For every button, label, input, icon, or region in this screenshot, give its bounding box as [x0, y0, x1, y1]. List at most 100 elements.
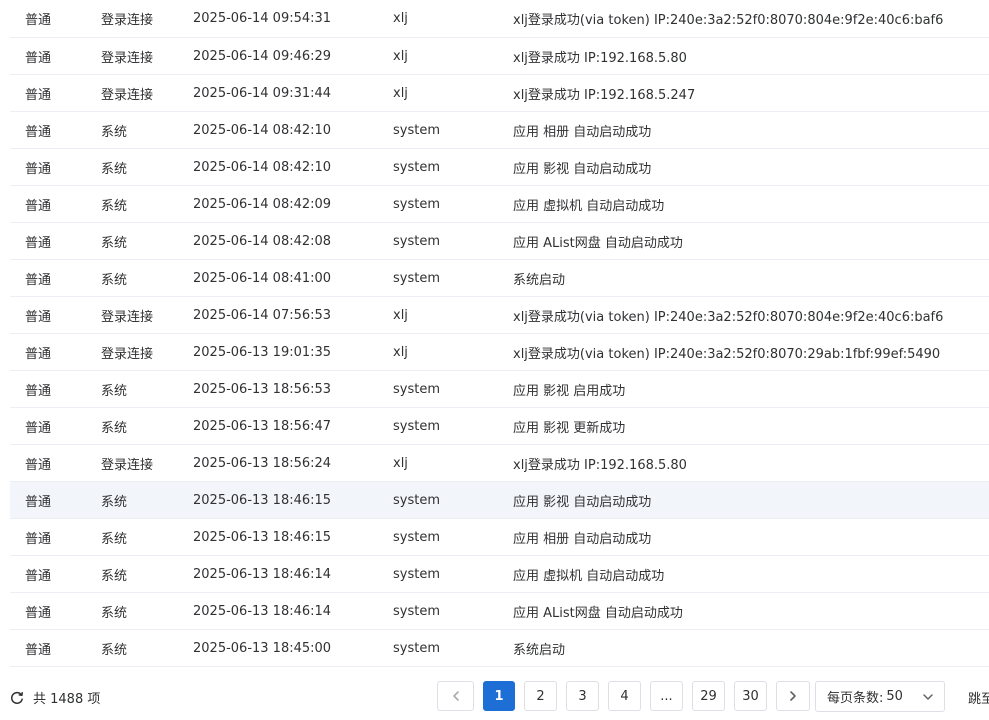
- table-row[interactable]: 普通 登录连接 2025-06-14 09:46:29 xlj xlj登录成功 IP:1…: [10, 38, 989, 75]
- prev-page-button[interactable]: [437, 681, 474, 711]
- chevron-down-icon: [923, 694, 933, 700]
- page-size-label: 每页条数:: [827, 691, 884, 706]
- user-cell: xlj: [393, 307, 408, 323]
- level-cell: 普通: [25, 568, 52, 584]
- chevron-left-icon: [452, 691, 459, 701]
- category-cell: 登录连接: [101, 87, 154, 103]
- user-cell: system: [393, 640, 440, 656]
- table-row[interactable]: 普通 登录连接 2025-06-13 18:56:24 xlj xlj登录成功 IP:1…: [10, 445, 989, 482]
- message-cell: 应用 AList网盘 自动启动成功: [513, 605, 683, 621]
- level-cell: 普通: [25, 124, 52, 140]
- time-cell: 2025-06-14 08:42:10: [193, 122, 332, 138]
- message-cell: 系统启动: [513, 642, 566, 658]
- category-cell: 系统: [101, 161, 128, 177]
- pagination-footer: 共 1488 项 1 2 3 4... 29 30 每页条数: 50 跳至: [0, 678, 989, 718]
- table-row[interactable]: 普通 系统 2025-06-14 08:42:10 system 应用 相册 自动启动成…: [10, 112, 989, 149]
- user-cell: system: [393, 381, 440, 397]
- time-cell: 2025-06-13 18:46:15: [193, 492, 332, 508]
- table-row[interactable]: 普通 登录连接 2025-06-13 19:01:35 xlj xlj登录成功(via …: [10, 334, 989, 371]
- jump-to-label: 跳至: [968, 692, 989, 707]
- user-cell: system: [393, 122, 440, 138]
- table-row[interactable]: 普通 登录连接 2025-06-14 09:54:31 xlj xlj登录成功(via …: [10, 0, 989, 38]
- message-cell: 应用 影视 自动启动成功: [513, 494, 652, 510]
- message-cell: 应用 虚拟机 自动启动成功: [513, 198, 665, 214]
- user-cell: system: [393, 418, 440, 434]
- time-cell: 2025-06-13 19:01:35: [193, 344, 332, 360]
- category-cell: 系统: [101, 568, 128, 584]
- message-cell: 应用 相册 自动启动成功: [513, 124, 652, 140]
- category-cell: 系统: [101, 235, 128, 251]
- category-cell: 登录连接: [101, 457, 154, 473]
- user-cell: xlj: [393, 455, 408, 471]
- message-cell: xlj登录成功(via token) IP:240e:3a2:52f0:8070…: [513, 13, 944, 28]
- user-cell: system: [393, 529, 440, 545]
- category-cell: 系统: [101, 383, 128, 399]
- category-cell: 系统: [101, 531, 128, 547]
- page-size-select[interactable]: 每页条数: 50: [815, 681, 945, 712]
- level-cell: 普通: [25, 13, 52, 28]
- time-cell: 2025-06-14 09:46:29: [193, 48, 332, 64]
- table-row[interactable]: 普通 系统 2025-06-14 08:42:09 system 应用 虚拟机 自动启动…: [10, 186, 989, 223]
- level-cell: 普通: [25, 494, 52, 510]
- level-cell: 普通: [25, 346, 52, 362]
- level-cell: 普通: [25, 309, 52, 325]
- user-cell: system: [393, 270, 440, 286]
- message-cell: xlj登录成功(via token) IP:240e:3a2:52f0:8070…: [513, 346, 941, 362]
- table-row[interactable]: 普通 系统 2025-06-13 18:45:00 system 系统启动: [10, 630, 989, 667]
- user-cell: xlj: [393, 85, 408, 101]
- table-row[interactable]: 普通 系统 2025-06-13 18:46:15 system 应用 影视 自动启动成…: [10, 482, 989, 519]
- message-cell: 应用 相册 自动启动成功: [513, 531, 652, 547]
- user-cell: system: [393, 159, 440, 175]
- page-button[interactable]: 29: [692, 681, 725, 711]
- level-cell: 普通: [25, 50, 52, 66]
- page-button[interactable]: 4: [608, 681, 641, 711]
- time-cell: 2025-06-13 18:46:15: [193, 529, 332, 545]
- table-row[interactable]: 普通 系统 2025-06-14 08:41:00 system 系统启动: [10, 260, 989, 297]
- time-cell: 2025-06-14 08:42:08: [193, 233, 332, 249]
- time-cell: 2025-06-14 09:54:31: [193, 11, 332, 26]
- page-size-value: 50: [886, 689, 903, 704]
- category-cell: 登录连接: [101, 346, 154, 362]
- time-cell: 2025-06-14 08:42:09: [193, 196, 332, 212]
- category-cell: 系统: [101, 124, 128, 140]
- level-cell: 普通: [25, 457, 52, 473]
- user-cell: xlj: [393, 11, 408, 26]
- table-row[interactable]: 普通 系统 2025-06-13 18:46:14 system 应用 虚拟机 自动启动…: [10, 556, 989, 593]
- table-row[interactable]: 普通 系统 2025-06-14 08:42:08 system 应用 AList网盘 …: [10, 223, 989, 260]
- table-row[interactable]: 普通 系统 2025-06-14 08:42:10 system 应用 影视 自动启动成…: [10, 149, 989, 186]
- user-cell: xlj: [393, 48, 408, 64]
- page-button[interactable]: 1: [483, 681, 515, 711]
- page-ellipsis-button[interactable]: ...: [650, 681, 683, 711]
- message-cell: 应用 AList网盘 自动启动成功: [513, 235, 683, 251]
- level-cell: 普通: [25, 605, 52, 621]
- message-cell: 应用 虚拟机 自动启动成功: [513, 568, 665, 584]
- time-cell: 2025-06-13 18:56:53: [193, 381, 332, 397]
- time-cell: 2025-06-14 09:31:44: [193, 85, 332, 101]
- table-row[interactable]: 普通 系统 2025-06-13 18:56:47 system 应用 影视 更新成功: [10, 408, 989, 445]
- message-cell: 系统启动: [513, 272, 566, 288]
- time-cell: 2025-06-14 07:56:53: [193, 307, 332, 323]
- level-cell: 普通: [25, 420, 52, 436]
- category-cell: 系统: [101, 420, 128, 436]
- table-row[interactable]: 普通 系统 2025-06-13 18:46:15 system 应用 相册 自动启动成…: [10, 519, 989, 556]
- next-page-button[interactable]: [776, 681, 810, 711]
- level-cell: 普通: [25, 161, 52, 177]
- level-cell: 普通: [25, 642, 52, 658]
- category-cell: 系统: [101, 494, 128, 510]
- category-cell: 系统: [101, 272, 128, 288]
- category-cell: 登录连接: [101, 50, 154, 66]
- message-cell: xlj登录成功(via token) IP:240e:3a2:52f0:8070…: [513, 309, 944, 325]
- time-cell: 2025-06-13 18:56:47: [193, 418, 332, 434]
- refresh-icon[interactable]: [10, 691, 24, 705]
- table-row[interactable]: 普通 系统 2025-06-13 18:56:53 system 应用 影视 启用成功: [10, 371, 989, 408]
- message-cell: xlj登录成功 IP:192.168.5.247: [513, 87, 696, 103]
- page-button[interactable]: 30: [734, 681, 767, 711]
- page-button[interactable]: 3: [566, 681, 599, 711]
- table-row[interactable]: 普通 系统 2025-06-13 18:46:14 system 应用 AList网盘 …: [10, 593, 989, 630]
- category-cell: 登录连接: [101, 309, 154, 325]
- table-row[interactable]: 普通 登录连接 2025-06-14 09:31:44 xlj xlj登录成功 IP:1…: [10, 75, 989, 112]
- time-cell: 2025-06-13 18:46:14: [193, 566, 332, 582]
- page-button[interactable]: 2: [524, 681, 557, 711]
- table-row[interactable]: 普通 登录连接 2025-06-14 07:56:53 xlj xlj登录成功(via …: [10, 297, 989, 334]
- total-count: 共 1488 项: [10, 688, 100, 707]
